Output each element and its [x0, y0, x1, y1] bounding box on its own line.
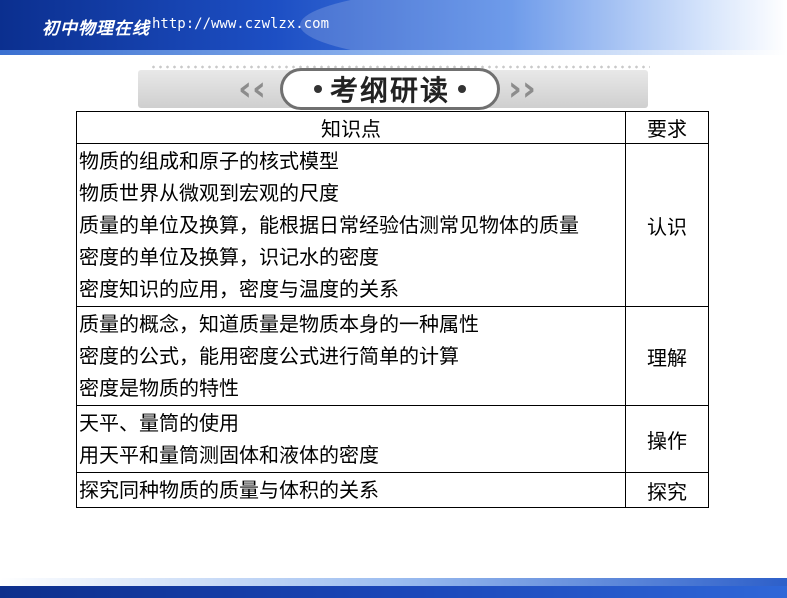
brand-logo-text: 初中物理在线 [42, 19, 150, 39]
column-header-requirement: 要求 [625, 111, 709, 144]
topic-item: 密度的单位及换算，识记水的密度 [79, 245, 379, 269]
banner-wave-decoration [300, 0, 787, 50]
topic-item: 天平、量筒的使用 [79, 411, 239, 435]
chevron-left-icon: ‹‹ [238, 69, 267, 109]
topics-cell: 探究同种物质的质量与体积的关系 [76, 472, 626, 508]
requirement-cell: 探究 [625, 472, 709, 508]
requirement-cell: 理解 [625, 306, 709, 406]
topic-item: 密度知识的应用，密度与温度的关系 [79, 277, 399, 301]
footer-stripe [0, 578, 787, 586]
topic-item: 密度的公式，能用密度公式进行简单的计算 [79, 344, 459, 368]
topic-item: 探究同种物质的质量与体积的关系 [79, 478, 379, 502]
column-header-topics: 知识点 [76, 111, 626, 144]
site-url: http://www.czwlzx.com [152, 16, 330, 32]
topics-cell: 天平、量筒的使用 用天平和量筒测固体和液体的密度 [76, 405, 626, 473]
topic-item: 物质世界从微观到宏观的尺度 [79, 181, 339, 205]
topic-item: 密度是物质的特性 [79, 376, 239, 400]
table-row: 探究同种物质的质量与体积的关系 探究 [76, 472, 709, 508]
section-title-box: 考纲研读 [280, 68, 500, 110]
footer-bar [0, 586, 787, 598]
topic-item: 物质的组成和原子的核式模型 [79, 149, 339, 173]
section-title: 考纲研读 [329, 74, 450, 107]
topics-cell: 质量的概念，知道质量是物质本身的一种属性 密度的公式，能用密度公式进行简单的计算… [76, 306, 626, 406]
topic-item: 质量的概念，知道质量是物质本身的一种属性 [79, 312, 479, 336]
syllabus-table: 知识点 要求 物质的组成和原子的核式模型 物质世界从微观到宏观的尺度 质量的单位… [76, 111, 709, 508]
topic-item: 质量的单位及换算，能根据日常经验估测常见物体的质量 [79, 213, 579, 237]
topics-cell: 物质的组成和原子的核式模型 物质世界从微观到宏观的尺度 质量的单位及换算，能根据… [76, 143, 626, 307]
top-banner: 初中物理在线 http://www.czwlzx.com [0, 0, 787, 50]
bullet-dot-icon [313, 85, 322, 93]
topic-item: 用天平和量筒测固体和液体的密度 [79, 443, 379, 467]
bullet-dot-icon [458, 85, 466, 93]
top-stripe [0, 50, 787, 55]
table-header-row: 知识点 要求 [76, 111, 709, 144]
requirement-cell: 认识 [625, 143, 709, 307]
table-row: 物质的组成和原子的核式模型 物质世界从微观到宏观的尺度 质量的单位及换算，能根据… [76, 143, 709, 307]
chevron-right-icon: ›› [508, 69, 537, 109]
table-row: 质量的概念，知道质量是物质本身的一种属性 密度的公式，能用密度公式进行简单的计算… [76, 306, 709, 406]
table-row: 天平、量筒的使用 用天平和量筒测固体和液体的密度 操作 [76, 405, 709, 473]
requirement-cell: 操作 [625, 405, 709, 473]
